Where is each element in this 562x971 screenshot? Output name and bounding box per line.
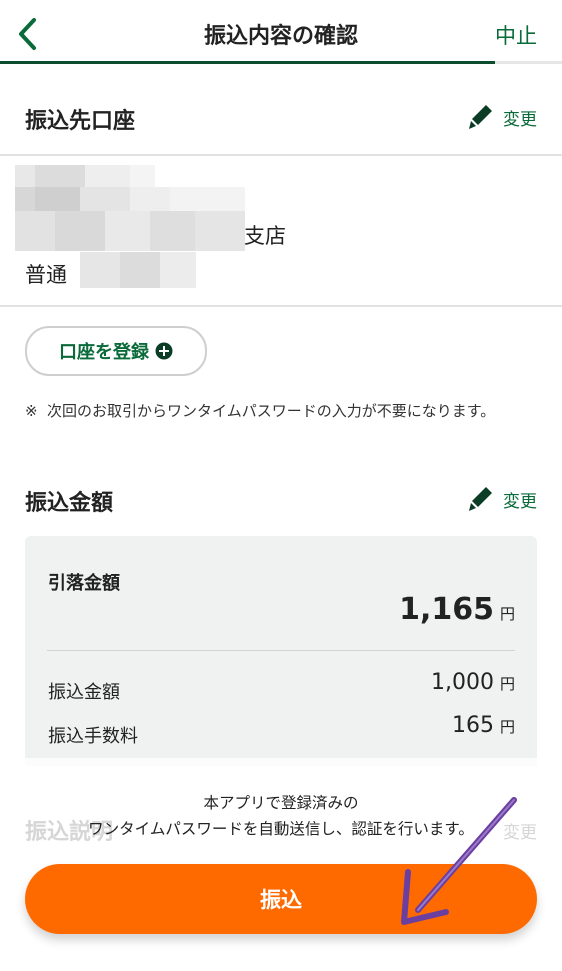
- account-type: 普通: [25, 263, 67, 287]
- account-edit-button[interactable]: 変更: [469, 104, 537, 130]
- progress-bar-fill: [0, 61, 495, 64]
- card-divider: [47, 650, 515, 651]
- branch-suffix: 支店: [244, 224, 286, 248]
- note-text: 次回のお取引からワンタイムパスワードの入力が不要になります。: [47, 402, 496, 420]
- fee-amount: 165 円: [452, 713, 515, 738]
- transfer-submit-label: 振込: [260, 888, 302, 912]
- note-mark: ※: [25, 402, 38, 420]
- fee-label: 振込手数料: [48, 726, 138, 747]
- account-section-title: 振込先口座: [25, 109, 136, 134]
- currency-unit: 円: [499, 675, 515, 693]
- pencil-icon: [469, 487, 492, 511]
- register-account-button[interactable]: 口座を登録: [25, 326, 207, 376]
- currency-unit: 円: [499, 605, 515, 623]
- cancel-button[interactable]: 中止: [495, 20, 537, 50]
- plus-circle-icon: [155, 342, 173, 360]
- page-title: 振込内容の確認: [203, 24, 358, 49]
- otp-note: ※ 次回のお取引からワンタイムパスワードの入力が不要になります。: [25, 398, 540, 424]
- debit-amount-label: 引落金額: [48, 573, 120, 594]
- account-edit-label: 変更: [503, 109, 537, 130]
- divider: [0, 154, 562, 156]
- debit-amount-value: 1,165: [399, 592, 494, 627]
- amount-section-title: 振込金額: [25, 491, 114, 516]
- divider: [0, 305, 562, 307]
- currency-unit: 円: [499, 718, 515, 736]
- header-bar: 振込内容の確認 中止: [0, 0, 562, 64]
- transfer-amount: 1,000 円: [431, 670, 515, 695]
- progress-bar: [0, 61, 562, 64]
- pencil-icon: [469, 105, 492, 129]
- amount-edit-button[interactable]: 変更: [469, 486, 537, 512]
- annotation-arrow: [401, 797, 517, 925]
- fee-amount-value: 165: [451, 713, 494, 738]
- amount-edit-label: 変更: [503, 491, 537, 512]
- register-account-label: 口座を登録: [59, 342, 149, 363]
- debit-amount: 1,165 円: [399, 592, 515, 627]
- amount-summary-card: 引落金額 1,165 円 振込金額 1,000 円 振込手数料 165 円: [25, 536, 537, 766]
- transfer-amount-label: 振込金額: [48, 682, 120, 703]
- transfer-amount-value: 1,000: [431, 670, 494, 695]
